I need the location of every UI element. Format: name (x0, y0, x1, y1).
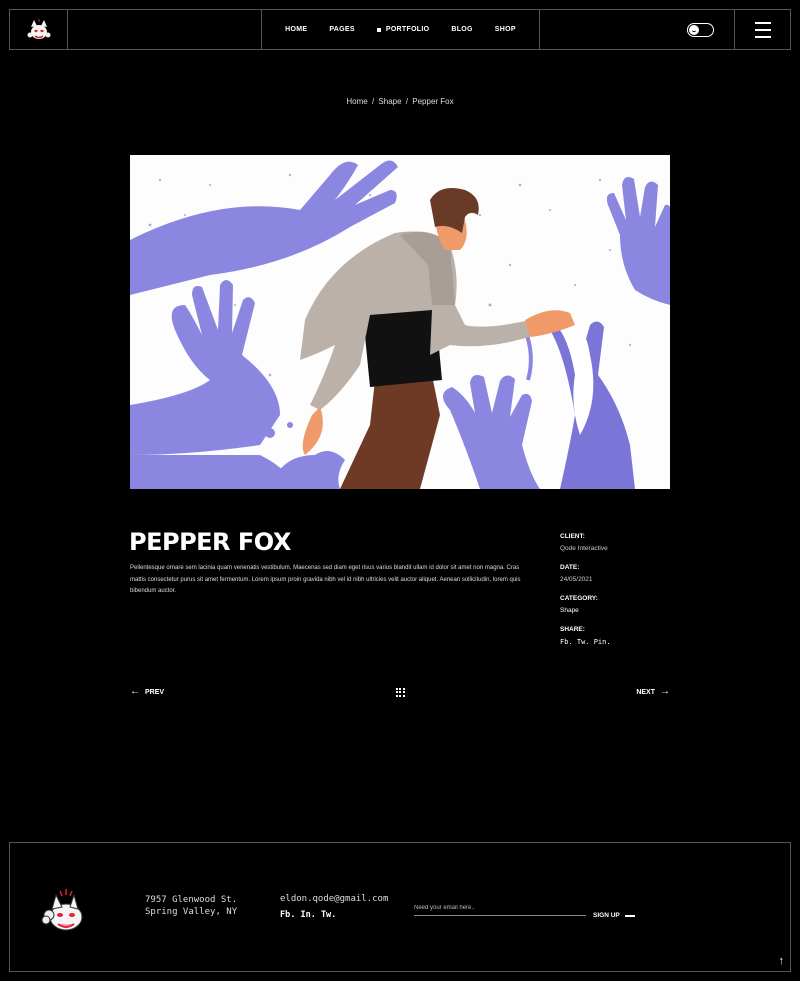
footer-social-links[interactable]: Fb. In. Tw. (280, 910, 336, 920)
footer-email[interactable]: eldon.qode@gmail.com (280, 894, 388, 904)
theme-toggle-icon[interactable] (687, 22, 714, 37)
theme-toggle-cell (540, 10, 735, 49)
signup-label: SIGN UP (593, 912, 620, 919)
breadcrumb-category[interactable]: Shape (378, 97, 401, 106)
toggle-knob (689, 24, 699, 35)
project-title: PEPPER FOX (129, 528, 291, 556)
site-header: HOME PAGES PORTFOLIO BLOG SHOP (9, 9, 791, 50)
breadcrumb-home[interactable]: Home (346, 97, 367, 106)
grid-view-icon[interactable] (395, 687, 405, 697)
breadcrumb-separator: / (405, 97, 409, 106)
signup-button[interactable]: SIGN UP (593, 912, 635, 919)
breadcrumb: Home / Shape / Pepper Fox (0, 97, 800, 106)
next-label: NEXT (636, 688, 655, 696)
nav-shop[interactable]: SHOP (495, 26, 516, 33)
client-value: Qode Interactive (560, 545, 608, 552)
nav-pages-label: PAGES (329, 26, 355, 33)
footer-fox-logo-icon[interactable] (40, 887, 90, 937)
project-meta: CLIENT: Qode Interactive DATE: 24/05/202… (560, 533, 670, 646)
active-dot-icon (376, 27, 381, 32)
newsletter-email-input[interactable] (414, 905, 586, 911)
project-description: Pellentesque ornare sem lacinia quam ven… (130, 565, 521, 594)
nav-blog-label: BLOG (451, 26, 473, 33)
project-hero-image (130, 155, 670, 489)
date-label: DATE: (560, 564, 580, 571)
prev-label: PREV (145, 688, 165, 696)
nav-shop-label: SHOP (494, 26, 516, 33)
header-spacer (68, 10, 262, 49)
prev-button[interactable]: ← PREV (130, 687, 164, 697)
breadcrumb-current: Pepper Fox (412, 97, 454, 106)
signup-bar-icon (624, 914, 635, 917)
share-label: SHARE: (560, 626, 585, 633)
breadcrumb-separator: / (371, 97, 375, 106)
main-nav: HOME PAGES PORTFOLIO BLOG SHOP (262, 10, 540, 49)
nav-portfolio-label: PORTFOLIO (385, 26, 430, 33)
site-footer: 7957 Glenwood St. Spring Valley, NY eldo… (9, 842, 791, 972)
next-button[interactable]: NEXT → (636, 687, 670, 697)
client-label: CLIENT: (560, 533, 585, 540)
nav-home[interactable]: HOME (285, 26, 307, 33)
arrow-right-icon: → (659, 686, 670, 697)
illustration-hands-man (130, 155, 670, 489)
arrow-up-icon[interactable]: ↑ (779, 955, 785, 967)
footer-address: 7957 Glenwood St. Spring Valley, NY (145, 895, 238, 917)
logo-cell (10, 10, 68, 49)
arrow-left-icon: ← (130, 686, 140, 697)
date-value: 24/05/2021 (560, 576, 593, 583)
fox-logo-icon[interactable] (26, 18, 52, 42)
category-value[interactable]: Shape (560, 607, 670, 614)
nav-blog[interactable]: BLOG (451, 26, 472, 33)
share-links[interactable]: Fb. Tw. Pin. (560, 638, 670, 646)
newsletter-field (414, 905, 586, 916)
hamburger-icon[interactable] (754, 21, 771, 38)
category-label: CATEGORY: (560, 595, 598, 602)
menu-cell (735, 10, 790, 49)
project-pager: ← PREV NEXT → (130, 686, 670, 698)
nav-portfolio[interactable]: PORTFOLIO (376, 26, 430, 33)
nav-home-label: HOME (285, 26, 308, 33)
nav-pages[interactable]: PAGES (329, 26, 355, 33)
